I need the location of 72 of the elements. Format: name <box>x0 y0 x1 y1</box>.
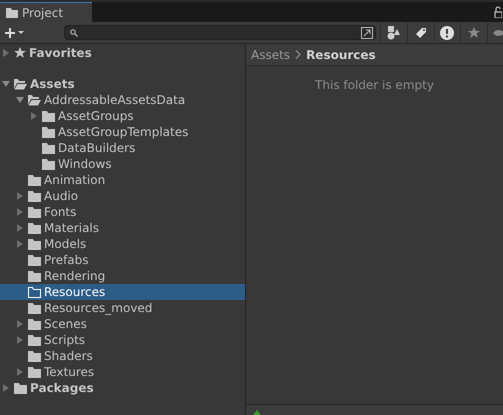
collapsed-arrow-icon[interactable] <box>2 49 10 57</box>
tree-item[interactable]: AddressableAssetsData <box>0 92 245 108</box>
tag-icon <box>414 26 428 40</box>
tree-item[interactable]: Prefabs <box>0 252 245 268</box>
breadcrumb-link[interactable]: Resources <box>306 48 376 62</box>
breadcrumb-link[interactable]: Assets <box>251 48 290 62</box>
folder-icon <box>28 174 41 186</box>
tree-item[interactable]: Favorites <box>0 45 245 61</box>
folder-icon <box>28 350 41 362</box>
folder-icon <box>28 270 41 282</box>
asset-icon <box>252 409 262 415</box>
collapsed-arrow-icon[interactable] <box>16 224 24 232</box>
star-icon <box>467 26 482 40</box>
folder-icon <box>42 110 55 122</box>
tree-item[interactable]: Textures <box>0 364 245 380</box>
collapsed-arrow-icon[interactable] <box>2 384 10 392</box>
tab-label: Project <box>22 6 64 20</box>
collapsed-arrow-icon[interactable] <box>16 336 24 344</box>
folder-icon <box>42 142 55 154</box>
folder-outline-icon <box>28 286 41 298</box>
collapsed-arrow-icon[interactable] <box>30 112 38 120</box>
lock-icon[interactable] <box>494 6 502 18</box>
folder-icon <box>28 222 41 234</box>
folder-icon <box>28 190 41 202</box>
chevron-icon <box>295 50 302 59</box>
folder-icon <box>28 302 41 314</box>
visibility-button[interactable] <box>487 22 503 43</box>
folder-icon <box>28 206 41 218</box>
expanded-arrow-icon[interactable] <box>2 80 10 88</box>
folder-icon <box>14 382 27 394</box>
folder-icon <box>28 254 41 266</box>
shapes-icon <box>387 26 402 40</box>
collapsed-arrow-icon[interactable] <box>16 320 24 328</box>
expand-icon[interactable] <box>361 26 374 38</box>
tree-item[interactable]: Models <box>0 236 245 252</box>
folder-icon <box>28 318 41 330</box>
tree-item[interactable]: Assets <box>0 76 245 92</box>
open-folder-icon <box>14 78 27 90</box>
tree-item[interactable]: Audio <box>0 188 245 204</box>
folder-icon <box>6 8 18 18</box>
tree-item[interactable]: AssetGroups <box>0 108 245 124</box>
tree-item[interactable]: Scripts <box>0 332 245 348</box>
tree-item[interactable]: Packages <box>0 380 245 396</box>
tree-item[interactable]: Resources <box>0 284 245 300</box>
tree-item[interactable]: Shaders <box>0 348 245 364</box>
folder-icon <box>28 366 41 378</box>
open-folder-icon <box>28 94 41 106</box>
folder-icon <box>28 334 41 346</box>
tree-item[interactable]: Scenes <box>0 316 245 332</box>
folder-icon <box>28 238 41 250</box>
search-icon <box>70 28 78 36</box>
tree-item[interactable]: AssetGroupTemplates <box>0 124 245 140</box>
collapsed-arrow-icon[interactable] <box>16 192 24 200</box>
folder-icon <box>42 158 55 170</box>
tree-item[interactable]: Materials <box>0 220 245 236</box>
expanded-arrow-icon[interactable] <box>16 96 24 104</box>
star-icon <box>14 47 26 59</box>
tree-item[interactable]: Rendering <box>0 268 245 284</box>
folder-icon <box>42 126 55 138</box>
collapsed-arrow-icon[interactable] <box>16 240 24 248</box>
tree-item[interactable]: Resources_moved <box>0 300 245 316</box>
exclamation-icon <box>440 26 454 40</box>
empty-folder-message: This folder is empty <box>315 78 434 92</box>
collapsed-arrow-icon[interactable] <box>16 368 24 376</box>
tree-item[interactable]: DataBuilders <box>0 140 245 156</box>
tree-item[interactable]: Windows <box>0 156 245 172</box>
project-tab[interactable]: Project <box>0 2 92 22</box>
collapsed-arrow-icon[interactable] <box>16 208 24 216</box>
tree-item[interactable]: Fonts <box>0 204 245 220</box>
tree-item[interactable]: Animation <box>0 172 245 188</box>
plus-icon <box>4 26 26 38</box>
search-field[interactable] <box>64 25 376 40</box>
